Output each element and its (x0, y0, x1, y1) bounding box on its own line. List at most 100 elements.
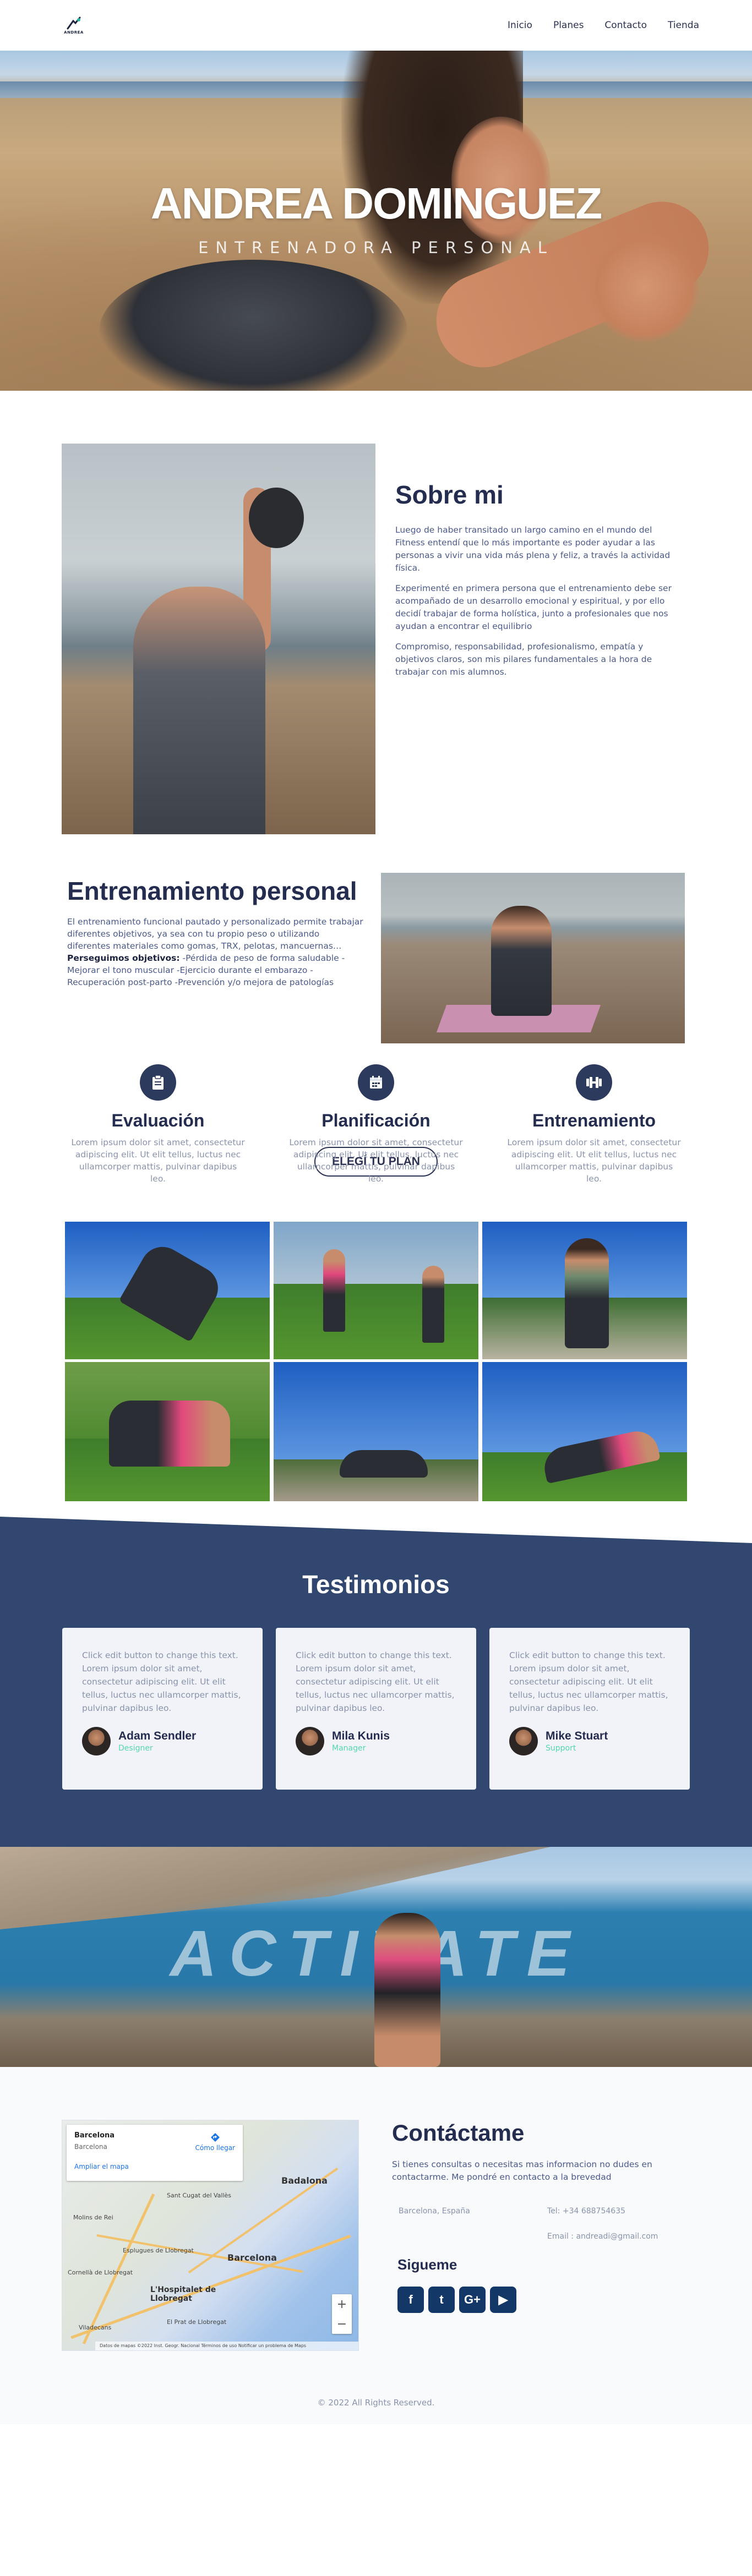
map-town: Viladecans (79, 2324, 112, 2331)
service-text: Lorem ipsum dolor sit amet, consectetur … (507, 1137, 681, 1184)
social-links: f t G+ ▶ (392, 2287, 678, 2313)
service-title: Planificación (321, 1111, 431, 1130)
follow-title: Sigueme (397, 2256, 457, 2273)
testimonial-person: Mike Stuart Support (509, 1727, 669, 1755)
map-info-box: Barcelona Barcelona Ampliar el mapa Cómo… (67, 2125, 243, 2181)
map-zoom-controls: + − (332, 2294, 352, 2334)
gallery-photo[interactable] (274, 1362, 478, 1501)
about-text: Sobre mi Luego de haber transitado un la… (395, 480, 677, 686)
avatar (296, 1727, 324, 1755)
nav-inicio[interactable]: Inicio (508, 20, 532, 31)
about-section: Sobre mi Luego de haber transitado un la… (0, 391, 752, 854)
gallery-photo[interactable] (274, 1222, 478, 1359)
testimonial-text: Click edit button to change this text. L… (296, 1650, 455, 1713)
zoom-out-button[interactable]: − (337, 2317, 347, 2331)
logo-text: ANDREA (64, 30, 84, 35)
training-text: Entrenamiento personal El entrenamiento … (67, 876, 364, 988)
contact-section: Badalona Barcelona L'Hospitalet de Llobr… (0, 2067, 752, 2351)
training-title: Entrenamiento personal (67, 877, 357, 905)
contact-phone[interactable]: Tel: +34 688754635 (541, 2207, 678, 2216)
facebook-icon[interactable]: f (397, 2287, 424, 2313)
directions-link[interactable]: Cómo llegar (195, 2132, 235, 2152)
about-paragraph: Experimenté en primera persona que el en… (395, 583, 672, 631)
testimonial-role: Designer (118, 1744, 153, 1753)
testimonial-card: Click edit button to change this text. L… (489, 1628, 690, 1790)
nav-planes[interactable]: Planes (553, 20, 584, 31)
contact-description: Si tienes consultas o necesitas mas info… (392, 2159, 652, 2182)
service-card: Evaluación Lorem ipsum dolor sit amet, c… (61, 1064, 255, 1185)
gallery-photo[interactable] (482, 1222, 687, 1359)
site-header: ANDREA Inicio Planes Contacto Tienda (0, 0, 752, 51)
about-photo (62, 444, 375, 834)
testimonial-person: Mila Kunis Manager (296, 1727, 455, 1755)
testimonial-person: Adam Sendler Designer (82, 1727, 242, 1755)
testimonial-role: Support (546, 1744, 576, 1753)
hero-subtitle: ENTRENADORA PERSONAL (198, 238, 554, 257)
testimonials-title: Testimonios (302, 1570, 450, 1599)
zoom-in-button[interactable]: + (337, 2298, 347, 2311)
google-plus-icon[interactable]: G+ (459, 2287, 486, 2313)
larger-map-link[interactable]: Ampliar el mapa (74, 2163, 235, 2170)
services: Evaluación Lorem ipsum dolor sit amet, c… (0, 1064, 752, 1185)
map-town: Esplugues de Llobregat (123, 2247, 194, 2254)
hero-banner: ANDREA DOMINGUEZ ENTRENADORA PERSONAL (0, 51, 752, 391)
calendar-icon (358, 1064, 394, 1101)
twitter-icon[interactable]: t (428, 2287, 455, 2313)
nav-tienda[interactable]: Tienda (668, 20, 699, 31)
avatar (82, 1727, 111, 1755)
gallery-photo[interactable] (65, 1222, 270, 1359)
gallery-photo[interactable] (482, 1362, 687, 1501)
testimonial-text: Click edit button to change this text. L… (82, 1650, 241, 1713)
training-description: El entrenamiento funcional pautado y per… (67, 917, 363, 987)
map-town: Sant Cugat del Vallès (167, 2192, 232, 2199)
about-title: Sobre mi (395, 480, 504, 509)
testimonial-card: Click edit button to change this text. L… (62, 1628, 263, 1790)
service-card: Planificación Lorem ipsum dolor sit amet… (279, 1064, 473, 1185)
map-city: L'Hospitalet de Llobregat (150, 2285, 216, 2303)
runner-figure (374, 1913, 440, 2067)
contact-title: Contáctame (392, 2120, 525, 2146)
testimonials-section: Testimonios Click edit button to change … (0, 1517, 752, 1847)
training-photo (381, 873, 685, 1043)
youtube-icon[interactable]: ▶ (490, 2287, 516, 2313)
kettlebell (249, 488, 304, 548)
logo-figure-icon (67, 17, 81, 29)
contact-info: Contáctame Si tienes consultas o necesit… (392, 2120, 678, 2313)
testimonial-card: Click edit button to change this text. L… (276, 1628, 476, 1790)
nav-contacto[interactable]: Contacto (604, 20, 647, 31)
dumbbell-icon (576, 1064, 612, 1101)
service-title: Evaluación (111, 1111, 205, 1130)
about-paragraph: Luego de haber transitado un largo camin… (395, 525, 671, 573)
gallery-photo[interactable] (65, 1362, 270, 1501)
testimonial-text: Click edit button to change this text. L… (509, 1650, 668, 1713)
testimonial-role: Manager (332, 1744, 366, 1753)
avatar (509, 1727, 538, 1755)
main-nav: Inicio Planes Contacto Tienda (508, 20, 699, 31)
hero-title: ANDREA DOMINGUEZ (150, 179, 602, 228)
map-town: El Prat de Llobregat (167, 2318, 227, 2326)
map-city: Barcelona (227, 2252, 277, 2263)
directions-icon (210, 2133, 220, 2142)
map-town: Molins de Rei (73, 2214, 113, 2221)
map-city: Badalona (281, 2175, 328, 2186)
testimonial-name: Adam Sendler (118, 1730, 197, 1742)
about-paragraph: Compromiso, responsabilidad, profesional… (395, 642, 652, 677)
activate-banner: ACTIVATE (0, 1847, 752, 2067)
service-card: Entrenamiento Lorem ipsum dolor sit amet… (497, 1064, 691, 1185)
testimonial-name: Mila Kunis (332, 1730, 390, 1742)
contact-location: Barcelona, España (399, 2207, 470, 2216)
photo-gallery (0, 1222, 752, 1501)
logo[interactable]: ANDREA (63, 17, 85, 35)
site-footer: © 2022 All Rights Reserved. (0, 2348, 752, 2424)
service-text: Lorem ipsum dolor sit amet, consectetur … (289, 1137, 463, 1184)
embedded-map[interactable]: Badalona Barcelona L'Hospitalet de Llobr… (62, 2120, 359, 2351)
service-text: Lorem ipsum dolor sit amet, consectetur … (71, 1137, 245, 1184)
contact-details: Barcelona, España Tel: +34 688754635 Ema… (392, 2207, 678, 2241)
clipboard-icon (140, 1064, 176, 1101)
contact-email[interactable]: Email : andreadi@gmail.com (541, 2232, 678, 2241)
copyright-text: © 2022 All Rights Reserved. (317, 2397, 435, 2408)
map-attribution: Datos de mapas ©2022 Inst. Geogr. Nacion… (95, 2342, 358, 2350)
testimonial-cards: Click edit button to change this text. L… (0, 1628, 752, 1790)
service-title: Entrenamiento (532, 1111, 656, 1130)
map-town: Cornellà de Llobregat (68, 2269, 133, 2276)
